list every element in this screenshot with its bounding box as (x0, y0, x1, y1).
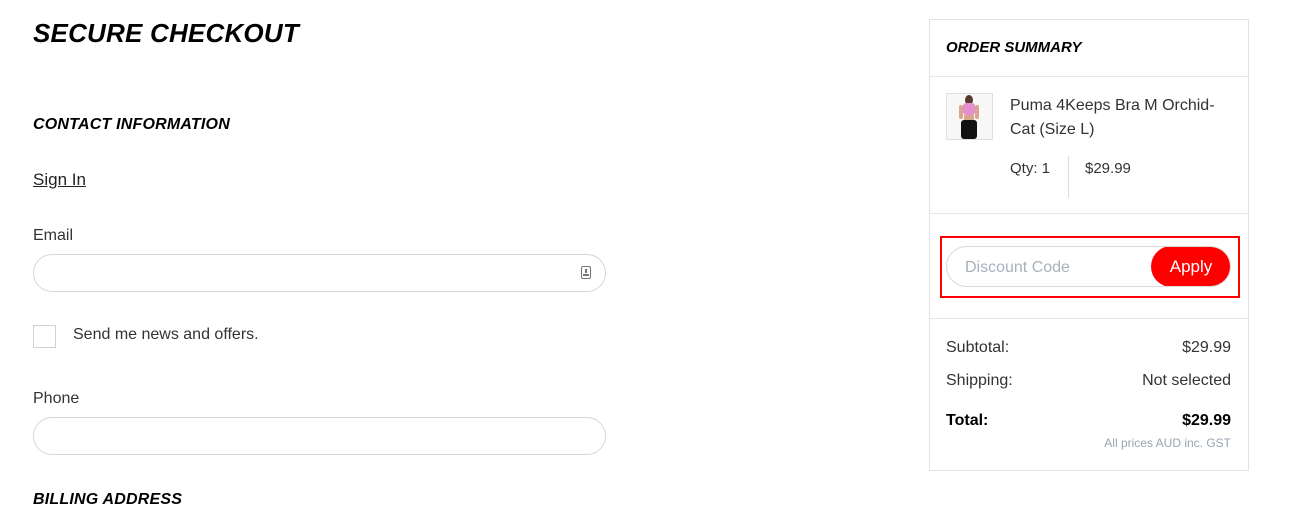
total-value: $29.99 (1182, 412, 1231, 429)
apply-discount-button[interactable]: Apply (1151, 247, 1230, 286)
tax-note: All prices AUD inc. GST (1104, 436, 1231, 450)
phone-label: Phone (33, 390, 80, 407)
product-price: $29.99 (1085, 160, 1131, 177)
phone-field-wrapper (33, 417, 606, 456)
contact-card-icon[interactable] (581, 266, 591, 279)
newsletter-label[interactable]: Send me news and offers. (73, 326, 259, 344)
total-label: Total: (946, 412, 989, 429)
email-label: Email (33, 227, 74, 244)
shipping-value: Not selected (1142, 372, 1231, 389)
subtotal-value: $29.99 (1182, 339, 1231, 356)
order-summary-panel: ORDER SUMMARY Puma 4Keeps Bra M Orchid-C… (929, 19, 1249, 471)
shipping-label: Shipping: (946, 372, 1013, 389)
divider (1068, 156, 1069, 198)
divider (930, 213, 1248, 214)
divider (930, 76, 1248, 77)
sign-in-link[interactable]: Sign In (33, 170, 86, 190)
newsletter-checkbox[interactable] (33, 325, 56, 348)
billing-address-heading: BILLING ADDRESS (33, 491, 183, 508)
discount-code-group: Apply (946, 246, 1231, 287)
contact-information-heading: CONTACT INFORMATION (33, 116, 230, 133)
product-quantity: Qty: 1 (1010, 160, 1051, 177)
divider (930, 318, 1248, 319)
discount-code-input[interactable] (963, 247, 1152, 286)
subtotal-label: Subtotal: (946, 339, 1010, 356)
email-field-wrapper (33, 254, 606, 293)
product-name[interactable]: Puma 4Keeps Bra M Orchid-Cat (Size L) (1010, 94, 1230, 142)
product-thumbnail[interactable] (946, 93, 993, 140)
phone-field[interactable] (52, 418, 576, 456)
email-field[interactable] (52, 255, 576, 293)
page-title: SECURE CHECKOUT (33, 18, 299, 48)
order-summary-title: ORDER SUMMARY (946, 39, 1082, 56)
